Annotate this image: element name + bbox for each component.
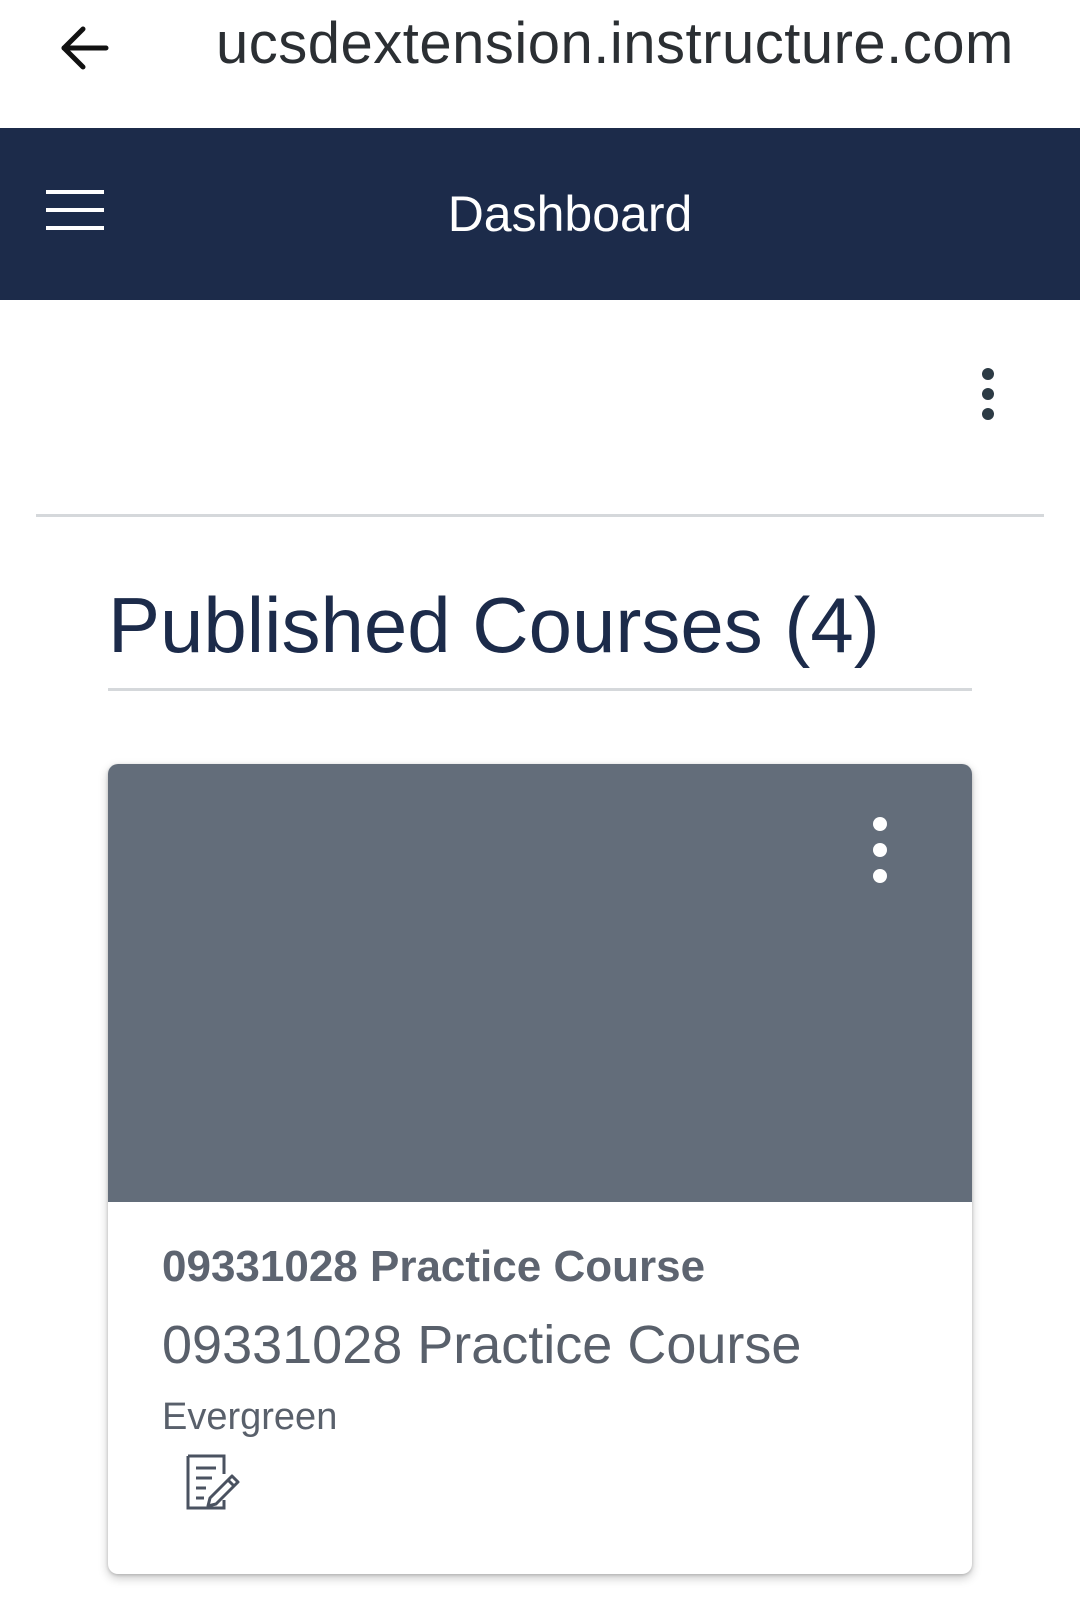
app-header: Dashboard — [0, 128, 1080, 300]
arrow-left-icon — [56, 20, 112, 81]
dashboard-options-row — [0, 300, 1080, 516]
course-card-options-button[interactable] — [852, 810, 908, 900]
dashboard-options-button[interactable] — [958, 358, 1018, 458]
browser-bar: ucsdextension.instructure.com — [0, 0, 1080, 128]
kebab-vertical-icon — [958, 368, 1018, 462]
divider — [36, 514, 1044, 517]
course-term: Evergreen — [162, 1396, 338, 1438]
back-button[interactable] — [46, 12, 122, 88]
kebab-vertical-icon — [852, 817, 908, 904]
course-card-hero[interactable] — [108, 764, 972, 1202]
section-divider — [108, 688, 972, 691]
assignments-icon[interactable] — [180, 1450, 244, 1514]
page-title: Dashboard — [447, 186, 693, 242]
course-short-name[interactable]: 09331028 Practice Course — [162, 1242, 705, 1292]
course-card[interactable]: 09331028 Practice Course 09331028 Practi… — [108, 764, 972, 1574]
course-name[interactable]: 09331028 Practice Course — [162, 1314, 801, 1376]
url-text[interactable]: ucsdextension.instructure.com — [216, 10, 1014, 77]
section-title: Published Courses (4) — [108, 581, 880, 669]
